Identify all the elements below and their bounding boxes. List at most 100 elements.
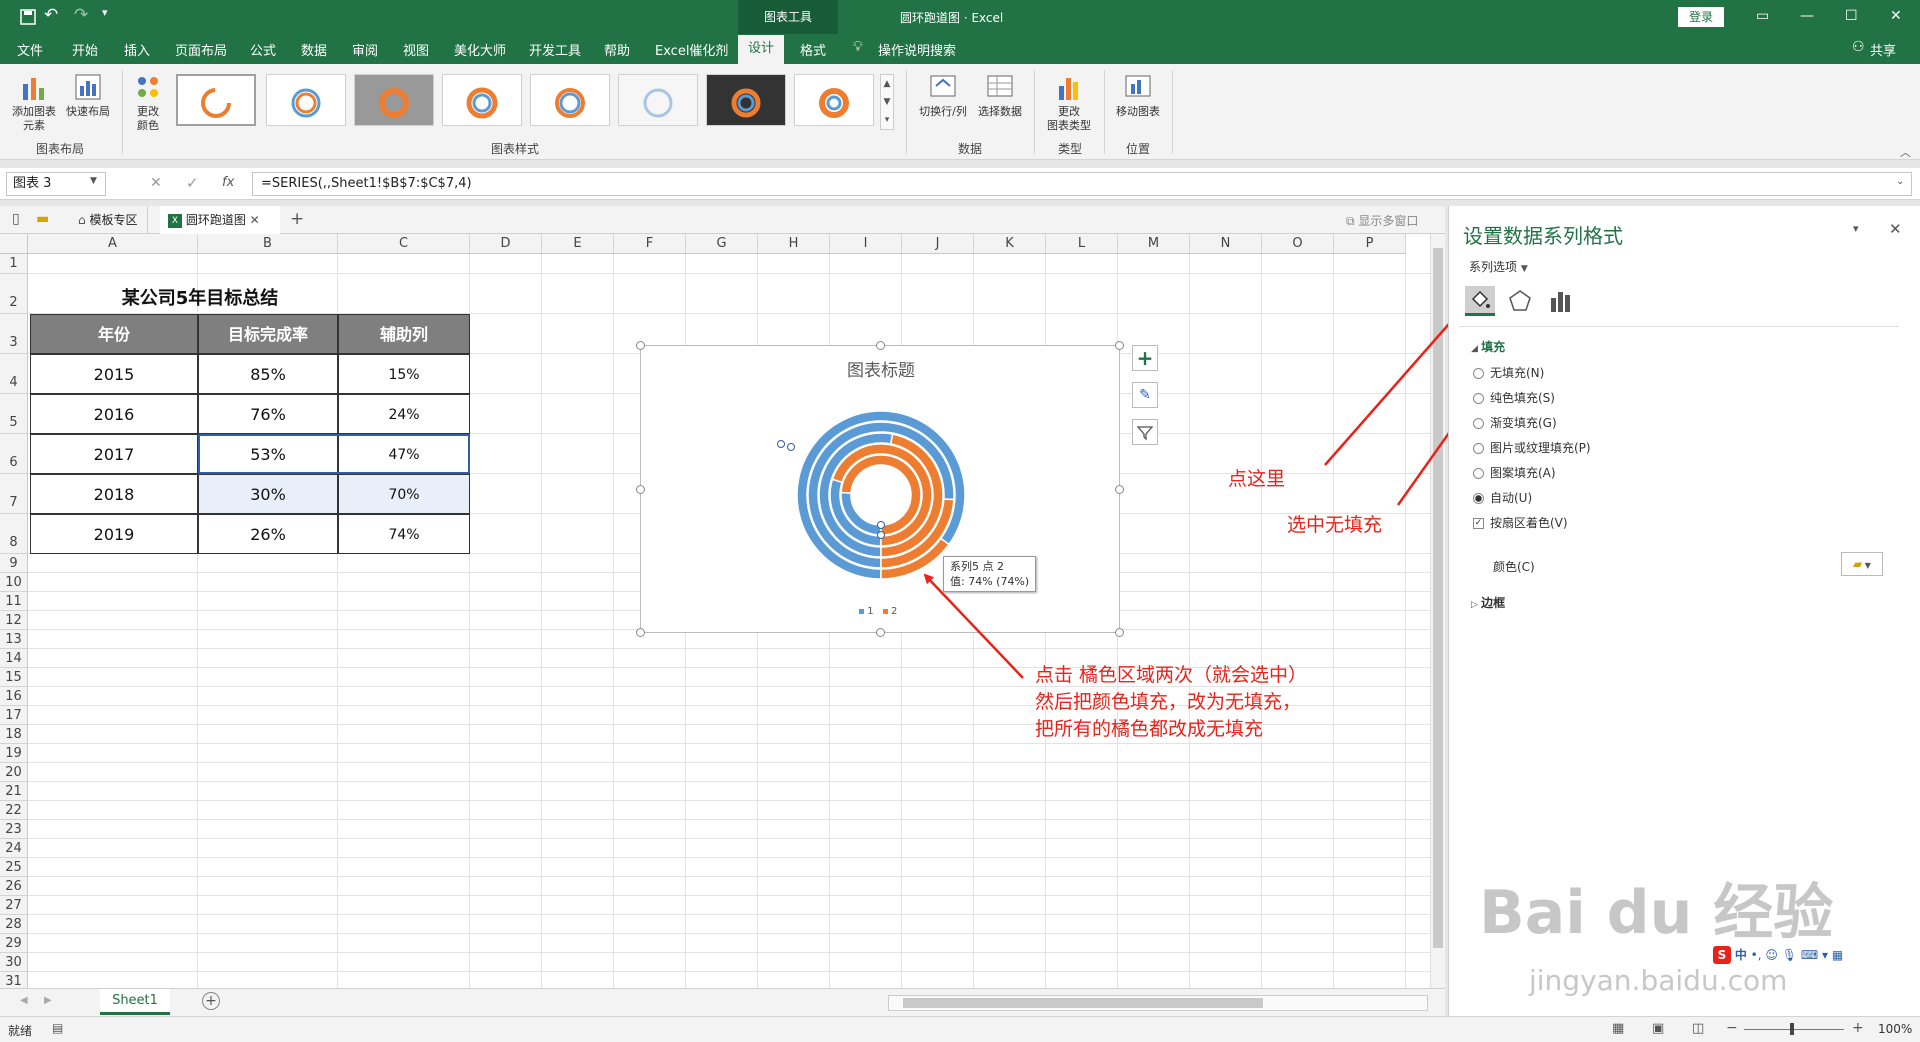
table-cell[interactable]: 70% [338, 474, 470, 514]
tab-home[interactable]: 开始 [72, 40, 98, 59]
h-scroll-thumb[interactable] [903, 998, 1263, 1008]
table-cell[interactable]: 85% [198, 354, 338, 394]
tab-design[interactable]: 设计 [738, 35, 784, 64]
row-header-30[interactable]: 30 [0, 953, 28, 972]
zoom-in-icon[interactable]: + [1852, 1020, 1864, 1036]
share-button[interactable]: 共享 [1870, 40, 1896, 59]
fill-line-tab[interactable] [1465, 286, 1495, 316]
series-selection-handle[interactable] [877, 531, 885, 539]
row-header-14[interactable]: 14 [0, 649, 28, 668]
column-header-j[interactable]: J [902, 234, 974, 254]
chart-style-5[interactable] [530, 74, 610, 126]
collapse-ribbon-icon[interactable]: ︿ [1900, 144, 1911, 160]
radio-automatic-selected[interactable] [1473, 493, 1484, 504]
radio-pattern-fill[interactable] [1473, 468, 1484, 479]
row-header-31[interactable]: 31 [0, 972, 28, 988]
column-header-c[interactable]: C [338, 234, 470, 254]
switch-row-column-button[interactable]: 切换行/列 [914, 72, 972, 119]
zoom-slider-thumb[interactable] [1790, 1023, 1794, 1035]
column-header-l[interactable]: L [1046, 234, 1118, 254]
chart-filters-button[interactable] [1132, 419, 1158, 445]
doughnut-chart[interactable] [641, 346, 1121, 634]
resize-handle[interactable] [876, 341, 885, 350]
tab-page-layout[interactable]: 页面布局 [175, 40, 227, 59]
row-header-5[interactable]: 5 [0, 394, 28, 434]
chart-style-1[interactable] [176, 74, 256, 126]
row-header-27[interactable]: 27 [0, 896, 28, 915]
column-header-m[interactable]: M [1118, 234, 1190, 254]
tab-view[interactable]: 视图 [403, 40, 429, 59]
formula-input[interactable]: =SERIES(,,Sheet1!$B$7:$C$7,4) [252, 172, 1912, 196]
user-icon[interactable]: ⚇ [1852, 39, 1865, 55]
zoom-out-icon[interactable]: − [1726, 1020, 1738, 1036]
tab-excel-catalyst[interactable]: Excel催化剂 [655, 40, 728, 59]
option-automatic[interactable]: 自动(U) [1473, 489, 1532, 506]
tab-developer[interactable]: 开发工具 [529, 40, 581, 59]
table-cell[interactable]: 2018 [30, 474, 198, 514]
table-title[interactable]: 某公司5年目标总结 [30, 284, 370, 310]
resize-handle[interactable] [1115, 485, 1124, 494]
enter-formula-icon[interactable]: ✓ [186, 174, 199, 192]
table-cell[interactable]: 2016 [30, 394, 198, 434]
table-cell[interactable]: 26% [198, 514, 338, 554]
row-header-28[interactable]: 28 [0, 915, 28, 934]
save-icon[interactable] [20, 9, 36, 25]
row-header-3[interactable]: 3 [0, 314, 28, 354]
column-header-p[interactable]: P [1334, 234, 1406, 254]
table-cell[interactable]: 2017 [30, 434, 198, 474]
series-selection-handle[interactable] [877, 521, 885, 529]
multi-window-button[interactable]: ⧉ 显示多窗口 [1346, 212, 1418, 229]
option-no-fill[interactable]: 无填充(N) [1473, 364, 1544, 381]
chart-style-8[interactable] [794, 74, 874, 126]
radio-no-fill[interactable] [1473, 368, 1484, 379]
resize-handle[interactable] [1115, 341, 1124, 350]
minimize-icon[interactable]: — [1800, 8, 1814, 24]
radio-solid-fill[interactable] [1473, 393, 1484, 404]
new-file-icon[interactable]: ▯ [12, 211, 20, 227]
select-all-corner[interactable] [0, 234, 28, 254]
quick-layout-button[interactable]: 快速布局 [62, 72, 114, 119]
tab-format[interactable]: 格式 [800, 40, 826, 59]
resize-handle[interactable] [636, 341, 645, 350]
expand-formula-icon[interactable]: ⌄ [1896, 176, 1904, 187]
tab-data[interactable]: 数据 [301, 40, 327, 59]
column-header-h[interactable]: H [758, 234, 830, 254]
table-cell[interactable]: 15% [338, 354, 470, 394]
chart-style-6[interactable] [618, 74, 698, 126]
login-button[interactable]: 登录 [1678, 7, 1724, 27]
column-header-n[interactable]: N [1190, 234, 1262, 254]
table-header-cell[interactable]: 辅助列 [338, 314, 470, 354]
zoom-level[interactable]: 100% [1878, 1022, 1912, 1036]
row-header-6[interactable]: 6 [0, 434, 28, 474]
customize-qat-icon[interactable]: ▾ [102, 6, 108, 19]
resize-handle[interactable] [636, 485, 645, 494]
tab-formulas[interactable]: 公式 [250, 40, 276, 59]
series-selection-handle[interactable] [777, 440, 785, 448]
column-header-a[interactable]: A [28, 234, 198, 254]
move-chart-button[interactable]: 移动图表 [1110, 72, 1166, 119]
chart-legend[interactable]: 1 2 [859, 606, 897, 617]
column-header-k[interactable]: K [974, 234, 1046, 254]
table-cell[interactable]: 53% [198, 434, 338, 474]
row-header-26[interactable]: 26 [0, 877, 28, 896]
chart-style-4[interactable] [442, 74, 522, 126]
page-layout-view-icon[interactable]: ▣ [1652, 1021, 1664, 1036]
sheet-tab-sheet1[interactable]: Sheet1 [100, 989, 170, 1015]
chart-style-2[interactable] [266, 74, 346, 126]
tab-workbook-active[interactable]: X 圆环跑道图 ✕ [160, 206, 280, 234]
next-sheet-icon[interactable]: ▶ [44, 995, 52, 1006]
add-sheet-icon[interactable]: + [202, 992, 220, 1010]
open-folder-icon[interactable]: ▬ [36, 211, 49, 227]
scroll-thumb[interactable] [1433, 248, 1443, 948]
row-header-4[interactable]: 4 [0, 354, 28, 394]
macro-record-icon[interactable]: ▤ [52, 1021, 63, 1035]
normal-view-icon[interactable]: ▦ [1612, 1021, 1624, 1036]
series-options-tab[interactable] [1545, 286, 1575, 316]
resize-handle[interactable] [636, 628, 645, 637]
chart-style-7[interactable] [706, 74, 786, 126]
table-cell[interactable]: 2019 [30, 514, 198, 554]
table-header-cell[interactable]: 目标完成率 [198, 314, 338, 354]
row-header-11[interactable]: 11 [0, 592, 28, 611]
table-cell[interactable]: 24% [338, 394, 470, 434]
chart-area[interactable]: 图表标题 系列5 点 2 值: 74% (74%) 1 2 [636, 341, 1124, 637]
